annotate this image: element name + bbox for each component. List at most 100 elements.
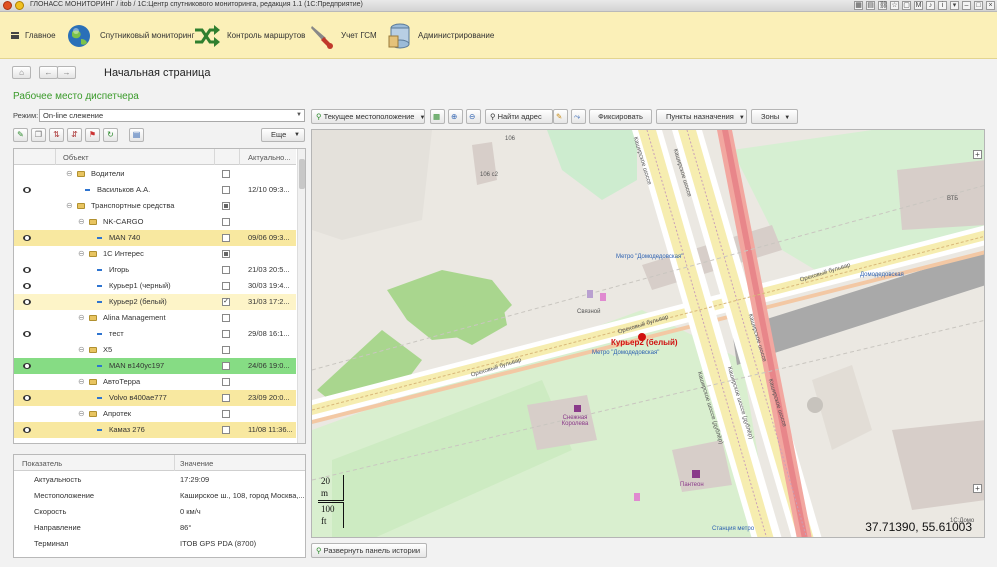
more-button[interactable]: Еще ▼ (261, 128, 305, 142)
tree-folder-row[interactable]: ⊖ АвтоТерра (14, 374, 296, 390)
row-checkbox[interactable] (222, 426, 230, 434)
app-logo-icon[interactable] (3, 1, 12, 10)
tb-star-icon[interactable]: ☆ (890, 1, 899, 10)
tree-scrollbar[interactable] (297, 149, 305, 443)
tree-row[interactable]: Камаз 276 11/08 11:36... (14, 422, 296, 438)
tree-row[interactable]: Volvo в400ае777 23/09 20:0... (14, 390, 296, 406)
visible-eye-icon[interactable] (23, 267, 31, 273)
tree-row[interactable]: Курьер1 (черный) 30/03 19:4... (14, 278, 296, 294)
vehicle-marker-label[interactable]: Курьер2 (белый) (611, 338, 678, 347)
row-checkbox[interactable] (222, 282, 230, 290)
tree-folder-row[interactable]: ⊖ Транспортные средства (14, 198, 296, 214)
fix-button[interactable]: Фиксировать (589, 109, 652, 124)
find-address-button[interactable]: ⚲ Найти адрес (485, 109, 553, 124)
tree-folder-row[interactable]: ⊖ 1С Интерес (14, 246, 296, 262)
row-checkbox[interactable] (222, 330, 230, 338)
location-select[interactable]: ⚲ Текущее местоположение ▼ (311, 109, 425, 124)
map-zoom-plus-bottom[interactable]: + (973, 484, 982, 493)
tree-row[interactable]: Васильков А.А. 12/10 09:3... (14, 182, 296, 198)
zoom-out-button[interactable]: ⊖ (466, 109, 481, 124)
menu-main[interactable]: Главное (11, 12, 56, 59)
visible-eye-icon[interactable] (23, 283, 31, 289)
col-object[interactable]: Объект (63, 153, 89, 162)
minimize-icon[interactable]: – (962, 1, 971, 10)
tb-calc-icon[interactable]: ▤ (866, 1, 875, 10)
forward-button[interactable]: → (57, 66, 76, 79)
collapse-icon[interactable]: ⊖ (78, 342, 85, 358)
menu-admin[interactable]: Администрирование (388, 12, 494, 59)
col-actual[interactable]: Актуально... (248, 153, 291, 162)
collapse-icon[interactable]: ⊖ (78, 374, 85, 390)
map-layers-button[interactable]: ▦ (430, 109, 445, 124)
collapse-icon[interactable]: ⊖ (78, 310, 85, 326)
tree-folder-row[interactable]: ⊖ Апротек (14, 406, 296, 422)
zones-select[interactable]: Зоны ▼ (751, 109, 798, 124)
tree-row[interactable]: MAN в140ус197 24/06 19:0... (14, 358, 296, 374)
back-button[interactable]: ← (39, 66, 58, 79)
edit-map-button[interactable]: ✎ (553, 109, 568, 124)
app-menu-icon[interactable] (15, 1, 24, 10)
row-checkbox[interactable] (222, 394, 230, 402)
maximize-icon[interactable]: □ (974, 1, 983, 10)
tree-folder-row[interactable]: ⊖ Водители (14, 166, 296, 182)
collapse-icon[interactable]: ⊖ (78, 406, 85, 422)
row-checkbox[interactable] (222, 234, 230, 242)
row-checkbox[interactable] (222, 410, 230, 418)
row-checkbox[interactable] (222, 314, 230, 322)
tool-sort-asc-button[interactable]: ⇅ (49, 128, 64, 142)
visible-eye-icon[interactable] (23, 187, 31, 193)
chevron-down-icon[interactable]: ▼ (296, 110, 302, 121)
row-checkbox[interactable] (222, 378, 230, 386)
collapse-icon[interactable]: ⊖ (78, 214, 85, 230)
tool-copy-button[interactable]: ❐ (31, 128, 46, 142)
tree-row[interactable]: Игорь 21/03 20:5... (14, 262, 296, 278)
tool-settings-button[interactable]: ▤ (129, 128, 144, 142)
tree-folder-row[interactable]: ⊖ Alina Management (14, 310, 296, 326)
tool-sort-desc-button[interactable]: ⇵ (67, 128, 82, 142)
collapse-icon[interactable]: ⊖ (66, 198, 73, 214)
row-checkbox[interactable]: ✓ (222, 298, 230, 306)
visible-eye-icon[interactable] (23, 395, 31, 401)
collapse-icon[interactable]: ⊖ (78, 246, 85, 262)
row-checkbox[interactable] (222, 266, 230, 274)
visible-eye-icon[interactable] (23, 331, 31, 337)
route-tool-button[interactable]: ⤳ (571, 109, 586, 124)
row-checkbox[interactable] (222, 250, 230, 258)
zoom-in-button[interactable]: ⊕ (448, 109, 463, 124)
tb-more-icon[interactable]: ▾ (950, 1, 959, 10)
menu-fuel[interactable]: Учет ГСМ (309, 12, 377, 59)
row-checkbox[interactable] (222, 170, 230, 178)
collapse-icon[interactable]: ⊖ (66, 166, 73, 182)
tool-add-button[interactable]: ✎ (13, 128, 28, 142)
tree-row[interactable]: тест 29/08 16:1... (14, 326, 296, 342)
row-checkbox[interactable] (222, 346, 230, 354)
tool-filter-button[interactable]: ⚑ (85, 128, 100, 142)
tb-bell-icon[interactable]: ♪ (926, 1, 935, 10)
tree-row[interactable]: Курьер2 (белый) ✓ 31/03 17:2... (14, 294, 296, 310)
destinations-select[interactable]: Пункты назначения ▼ (656, 109, 747, 124)
row-checkbox[interactable] (222, 218, 230, 226)
tb-zoom-icon[interactable]: M (914, 1, 923, 10)
tb-doc-icon[interactable]: ▢ (902, 1, 911, 10)
tree-folder-row[interactable]: ⊖ NK-CARGO (14, 214, 296, 230)
visible-eye-icon[interactable] (23, 299, 31, 305)
menu-routes[interactable]: Контроль маршрутов (193, 12, 305, 59)
visible-eye-icon[interactable] (23, 427, 31, 433)
expand-history-button[interactable]: ⚲ Развернуть панель истории (311, 543, 428, 558)
visible-eye-icon[interactable] (23, 363, 31, 369)
map-view[interactable]: Ореховый бульвар Ореховый бульвар Орехов… (311, 129, 985, 538)
close-icon[interactable]: × (986, 1, 995, 10)
mode-select[interactable]: On-line слежение ▼ (39, 109, 305, 122)
scroll-thumb[interactable] (299, 159, 305, 189)
row-checkbox[interactable] (222, 202, 230, 210)
visible-eye-icon[interactable] (23, 235, 31, 241)
row-checkbox[interactable] (222, 186, 230, 194)
map-zoom-plus-top[interactable]: + (973, 150, 982, 159)
tb-history-icon[interactable]: ▦ (854, 1, 863, 10)
menu-satellite[interactable]: Спутниковый мониторинг (66, 12, 195, 59)
row-checkbox[interactable] (222, 362, 230, 370)
tree-folder-row[interactable]: ⊖ Х5 (14, 342, 296, 358)
home-button[interactable]: ⌂ (12, 66, 31, 79)
tb-link-icon[interactable]: ⛓ (878, 1, 888, 10)
tree-row[interactable]: MAN 740 09/06 09:3... (14, 230, 296, 246)
